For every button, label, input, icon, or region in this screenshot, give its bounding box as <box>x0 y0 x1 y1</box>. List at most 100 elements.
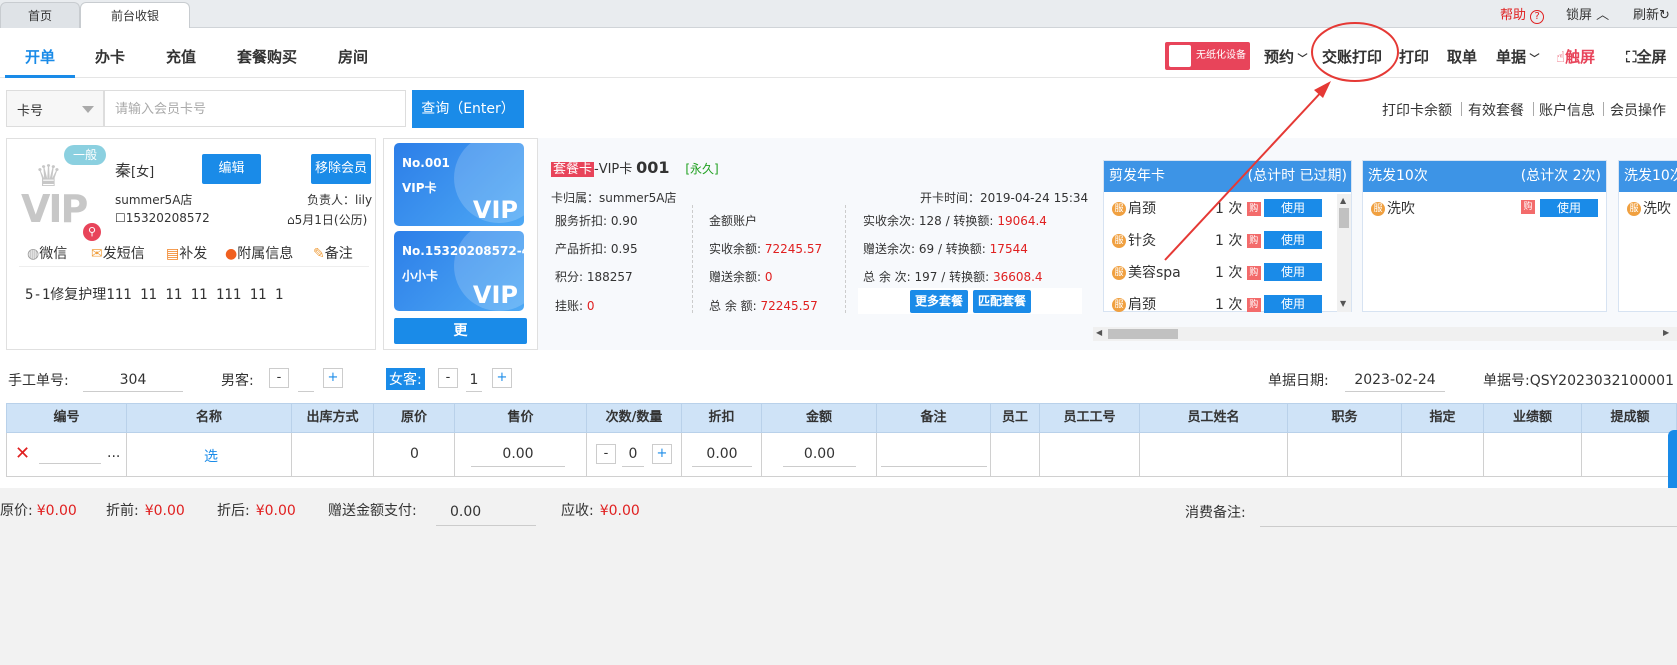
bill-date-input[interactable]: 2023-02-24 <box>1345 368 1445 392</box>
gift-times: 赠送余次: 69 / 转换额: 17544 <box>863 242 1028 256</box>
more-packages-button[interactable]: 更多套餐 <box>910 290 968 313</box>
use-button[interactable]: 使用 <box>1540 199 1598 217</box>
use-button[interactable]: 使用 <box>1264 199 1322 217</box>
sale-price-input[interactable]: 0.00 <box>471 441 565 467</box>
refresh-button[interactable]: 刷新↻ <box>1633 4 1670 23</box>
scroll-right-icon[interactable]: ▶ <box>1663 328 1669 337</box>
main-nav: 开单 办卡 充值 套餐购买 房间 无纸化设备 预约 ﹀ 交账打印 打印 取单 单… <box>0 34 1677 78</box>
print-card-balance-link[interactable]: 打印卡余额 <box>1382 100 1452 120</box>
discount-input[interactable]: 0.00 <box>692 441 752 467</box>
take-order-button[interactable]: 取单 <box>1447 46 1477 67</box>
print-button[interactable]: 打印 <box>1399 46 1429 67</box>
divider <box>1603 102 1604 116</box>
tab-pos[interactable]: 前台收银 <box>80 2 190 28</box>
member-card-input[interactable] <box>104 90 406 127</box>
remark-action[interactable]: ✎备注 <box>313 243 353 263</box>
wechat-action[interactable]: ◍微信 <box>27 243 67 263</box>
orig-price-value: 0 <box>410 446 419 462</box>
lock-screen-button[interactable]: 锁屏 ︿ <box>1566 4 1609 23</box>
code-input[interactable] <box>39 463 101 464</box>
gift-balance: 赠送余额: 0 <box>709 270 773 284</box>
package-item: 服肩颈 <box>1112 294 1156 314</box>
items-table-header: 编号 名称 出库方式 原价 售价 次数/数量 折扣 金额 备注 员工 员工工号 … <box>6 403 1677 433</box>
package-item: 服洗吹 <box>1627 198 1671 218</box>
use-button[interactable]: 使用 <box>1264 263 1322 281</box>
cell-performance <box>1484 433 1582 476</box>
fullscreen-button[interactable]: ⛶全屏 <box>1626 46 1667 67</box>
card-title: 套餐卡 -VIP卡 001 [永久] <box>551 158 719 177</box>
service-discount: 服务折扣: 0.90 <box>555 214 638 228</box>
paperless-device-button[interactable]: 无纸化设备 <box>1165 42 1250 70</box>
scroll-left-icon[interactable]: ◀ <box>1096 328 1102 337</box>
buy-icon[interactable]: 购 <box>1246 298 1261 312</box>
cell-staff <box>991 433 1040 476</box>
package-box-3: 洗发10次 服洗吹 <box>1618 160 1677 312</box>
vip-card-001[interactable]: No.001 VIP卡 VIP <box>394 143 524 226</box>
nav-room[interactable]: 房间 <box>338 46 368 67</box>
more-cards-button[interactable]: 更 <box>394 318 527 344</box>
package-box-1: 剪发年卡 (总计时 已过期) 服肩颈 服针灸 服美容spa 服肩颈 1 次 购 … <box>1103 160 1352 314</box>
card-number: No.001 <box>402 156 450 170</box>
scroll-up-icon[interactable]: ▲ <box>1340 196 1346 205</box>
scroll-down-icon[interactable]: ▼ <box>1340 299 1346 308</box>
manual-no-input[interactable]: 304 <box>83 368 183 392</box>
card-owner: 卡归属：summer5A店 <box>551 191 677 205</box>
qty-minus-button[interactable]: - <box>596 444 616 464</box>
consumption-remark-input[interactable] <box>1260 526 1677 527</box>
package-scrollbar[interactable]: ▲ ▼ <box>1337 194 1351 312</box>
nav-recharge[interactable]: 充值 <box>166 46 196 67</box>
gift-pay-input[interactable]: 0.00 <box>436 498 536 526</box>
member-operations-link[interactable]: 会员操作 <box>1610 100 1666 120</box>
qty-input[interactable]: 0 <box>622 441 644 467</box>
female-plus-button[interactable]: + <box>492 368 512 388</box>
edit-member-button[interactable]: 编辑 <box>202 154 261 184</box>
card-number: No.15320208572-4 <box>402 244 524 258</box>
search-type-select[interactable]: 卡号 <box>6 90 104 127</box>
due-total: 应收: ¥0.00 <box>561 503 640 519</box>
query-button[interactable]: 查询（Enter） <box>412 90 524 128</box>
reissue-action[interactable]: ▤补发 <box>166 243 207 263</box>
female-minus-button[interactable]: - <box>438 368 458 388</box>
select-item-link[interactable]: 选 <box>204 446 218 466</box>
help-link[interactable]: 帮助 ? <box>1500 4 1545 24</box>
nav-package-buy[interactable]: 套餐购买 <box>237 46 297 67</box>
service-badge-icon: 服 <box>1371 202 1385 216</box>
buy-icon[interactable]: 购 <box>1246 202 1261 216</box>
package-box-2: 洗发10次 (总计次 2次) 服洗吹 购 使用 <box>1362 160 1607 312</box>
send-sms-action[interactable]: ✉发短信 <box>91 243 145 263</box>
amount-input[interactable]: 0.00 <box>783 441 856 467</box>
male-plus-button[interactable]: + <box>323 368 343 388</box>
nav-open-bill[interactable]: 开单 <box>25 46 55 67</box>
male-count-input[interactable] <box>298 368 314 392</box>
nav-bills[interactable]: 单据 ﹀ <box>1496 46 1540 67</box>
delete-row-icon[interactable]: ✕ <box>15 443 30 464</box>
use-button[interactable]: 使用 <box>1264 295 1322 313</box>
paid-balance: 实收余额: 72245.57 <box>709 242 823 256</box>
package-hscrollbar[interactable]: ◀ ▶ <box>1093 327 1677 341</box>
hscroll-thumb[interactable] <box>1108 329 1178 339</box>
cell-code: ✕ ... <box>7 433 127 476</box>
shift-handover-print-button[interactable]: 交账打印 <box>1322 46 1382 67</box>
scroll-thumb[interactable] <box>1339 208 1349 228</box>
cell-orig-price: 0 <box>374 433 455 476</box>
qty-plus-button[interactable]: + <box>652 444 672 464</box>
extra-info-action[interactable]: ●附属信息 <box>225 243 293 263</box>
touch-screen-button[interactable]: ☝触屏 <box>1556 46 1595 67</box>
use-button[interactable]: 使用 <box>1264 231 1322 249</box>
account-info-link[interactable]: 账户信息 <box>1539 100 1595 120</box>
valid-packages-link[interactable]: 有效套餐 <box>1468 100 1524 120</box>
male-minus-button[interactable]: - <box>269 368 289 388</box>
edit-icon: ✎ <box>313 246 325 262</box>
remove-member-button[interactable]: 移除会员 <box>311 154 371 184</box>
nav-reservation[interactable]: 预约 ﹀ <box>1264 46 1308 67</box>
buy-icon[interactable]: 购 <box>1246 234 1261 248</box>
female-count-input[interactable]: 1 <box>466 368 482 392</box>
nav-make-card[interactable]: 办卡 <box>95 46 125 67</box>
remark-input[interactable] <box>881 441 987 467</box>
match-packages-button[interactable]: 匹配套餐 <box>973 290 1031 313</box>
tab-home[interactable]: 首页 <box>0 2 80 28</box>
code-more-button[interactable]: ... <box>107 445 120 461</box>
vip-card-2[interactable]: No.15320208572-4 小小卡 VIP <box>394 231 524 311</box>
buy-icon[interactable]: 购 <box>1246 266 1261 280</box>
buy-icon[interactable]: 购 <box>1521 200 1535 214</box>
